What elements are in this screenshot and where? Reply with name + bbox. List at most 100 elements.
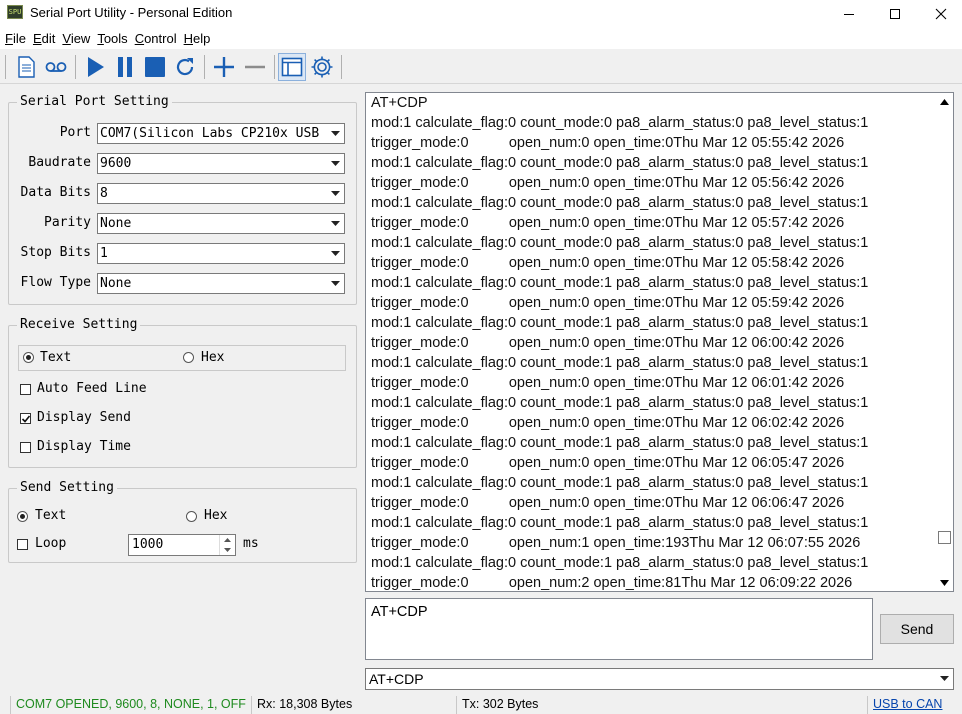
receive-text-label: Text <box>40 350 72 365</box>
chevron-down-icon <box>327 154 344 173</box>
minimize-icon <box>844 14 854 15</box>
port-select[interactable]: COM7(Silicon Labs CP210x USB <box>97 123 345 144</box>
menu-tools[interactable]: Tools <box>94 31 130 46</box>
serial-port-setting-title: Serial Port Setting <box>17 94 172 109</box>
chevron-down-icon <box>327 244 344 263</box>
rx-counter: Rx: 18,308 Bytes <box>251 696 455 714</box>
maximize-button[interactable] <box>872 0 918 28</box>
spin-down-icon[interactable] <box>219 545 235 555</box>
new-document-button[interactable] <box>12 53 40 81</box>
record-button[interactable] <box>42 53 70 81</box>
chevron-down-icon <box>936 669 953 689</box>
command-history-select[interactable]: AT+CDP <box>365 668 954 690</box>
receive-textarea[interactable]: AT+CDP mod:1 calculate_flag:0 count_mode… <box>365 92 954 592</box>
menu-control[interactable]: Control <box>132 31 180 46</box>
send-text-label: Text <box>35 508 67 523</box>
data-bits-label: Data Bits <box>20 185 91 200</box>
usb-to-can-link[interactable]: USB to CAN <box>867 696 962 714</box>
send-button[interactable]: Send <box>880 614 954 644</box>
menu-view[interactable]: View <box>59 31 93 46</box>
receive-text-radio[interactable] <box>23 352 34 363</box>
plus-icon <box>214 57 234 77</box>
connection-status: COM7 OPENED, 9600, 8, NONE, 1, OFF <box>10 696 250 714</box>
baudrate-select[interactable]: 9600 <box>97 153 345 174</box>
scroll-thumb[interactable] <box>938 531 951 544</box>
receive-text: AT+CDP mod:1 calculate_flag:0 count_mode… <box>371 95 869 591</box>
close-button[interactable] <box>918 0 962 28</box>
receive-hex-radio[interactable] <box>183 352 194 363</box>
data-bits-select[interactable]: 8 <box>97 183 345 204</box>
chevron-down-icon <box>327 214 344 233</box>
app-icon: SPU <box>7 5 23 19</box>
scroll-down-icon[interactable] <box>936 574 953 591</box>
menu-file-key: F <box>5 31 13 46</box>
tx-counter: Tx: 302 Bytes <box>456 696 866 714</box>
stop-button[interactable] <box>141 53 169 81</box>
command-history-value: AT+CDP <box>369 671 424 687</box>
port-value: COM7(Silicon Labs CP210x USB <box>100 126 320 141</box>
layout-toggle-button[interactable] <box>278 53 306 81</box>
settings-button[interactable] <box>308 53 336 81</box>
maximize-icon <box>890 9 900 19</box>
menu-edit-label: dit <box>41 31 56 46</box>
play-icon <box>88 57 104 77</box>
auto-feed-line-checkbox[interactable] <box>20 384 31 395</box>
auto-feed-line-label: Auto Feed Line <box>37 381 147 396</box>
loop-checkbox[interactable] <box>17 539 28 550</box>
remove-button[interactable] <box>241 53 269 81</box>
receive-scrollbar[interactable] <box>936 93 953 591</box>
refresh-button[interactable] <box>171 53 199 81</box>
send-text-radio[interactable] <box>17 511 28 522</box>
ms-label: ms <box>243 536 259 551</box>
close-icon <box>935 8 947 20</box>
parity-select[interactable]: None <box>97 213 345 234</box>
menu-help-key: H <box>183 31 193 46</box>
window-title: Serial Port Utility - Personal Edition <box>30 5 233 20</box>
menu-edit-key: E <box>32 31 42 46</box>
loop-interval-spinbox[interactable]: 1000 <box>128 534 236 556</box>
menu-help-label: elp <box>193 31 211 46</box>
menu-bar: File Edit View Tools Control Help <box>0 28 962 50</box>
send-setting-title: Send Setting <box>17 480 117 495</box>
chevron-down-icon <box>327 274 344 293</box>
parity-label: Parity <box>44 215 91 230</box>
gear-icon <box>311 56 333 78</box>
send-hex-radio[interactable] <box>186 511 197 522</box>
pause-button[interactable] <box>111 53 139 81</box>
stop-bits-select[interactable]: 1 <box>97 243 345 264</box>
scroll-up-icon[interactable] <box>936 93 953 110</box>
loop-label: Loop <box>35 536 67 551</box>
menu-help[interactable]: Help <box>181 31 214 46</box>
spin-up-icon[interactable] <box>219 535 235 545</box>
menu-tools-label: ools <box>103 31 128 46</box>
refresh-icon <box>176 58 194 76</box>
loop-interval-value: 1000 <box>132 537 164 552</box>
menu-file-label: ile <box>12 31 26 46</box>
minimize-button[interactable] <box>826 0 872 28</box>
parity-value: None <box>100 216 132 231</box>
baudrate-value: 9600 <box>100 156 132 171</box>
menu-file[interactable]: File <box>2 31 29 46</box>
title-bar: SPU Serial Port Utility - Personal Editi… <box>0 0 962 28</box>
menu-control-label: ontrol <box>144 31 177 46</box>
flow-type-label: Flow Type <box>20 275 91 290</box>
chevron-down-icon <box>327 184 344 203</box>
menu-edit[interactable]: Edit <box>30 31 58 46</box>
add-button[interactable] <box>210 53 238 81</box>
display-time-checkbox[interactable] <box>20 442 31 453</box>
status-bar: COM7 OPENED, 9600, 8, NONE, 1, OFF Rx: 1… <box>0 695 962 714</box>
start-button[interactable] <box>81 53 109 81</box>
display-send-checkbox[interactable] <box>20 413 31 424</box>
checkmark-icon <box>21 415 31 423</box>
flow-type-select[interactable]: None <box>97 273 345 294</box>
stop-bits-label: Stop Bits <box>20 245 91 260</box>
receive-setting-title: Receive Setting <box>17 317 141 332</box>
menu-view-key: V <box>62 31 71 46</box>
menu-view-label: iew <box>70 31 91 46</box>
display-time-label: Display Time <box>37 439 131 454</box>
baudrate-label: Baudrate <box>28 155 91 170</box>
minus-icon <box>245 65 265 69</box>
data-bits-value: 8 <box>100 186 108 201</box>
stop-bits-value: 1 <box>100 246 108 261</box>
send-textarea[interactable]: AT+CDP <box>365 598 873 660</box>
